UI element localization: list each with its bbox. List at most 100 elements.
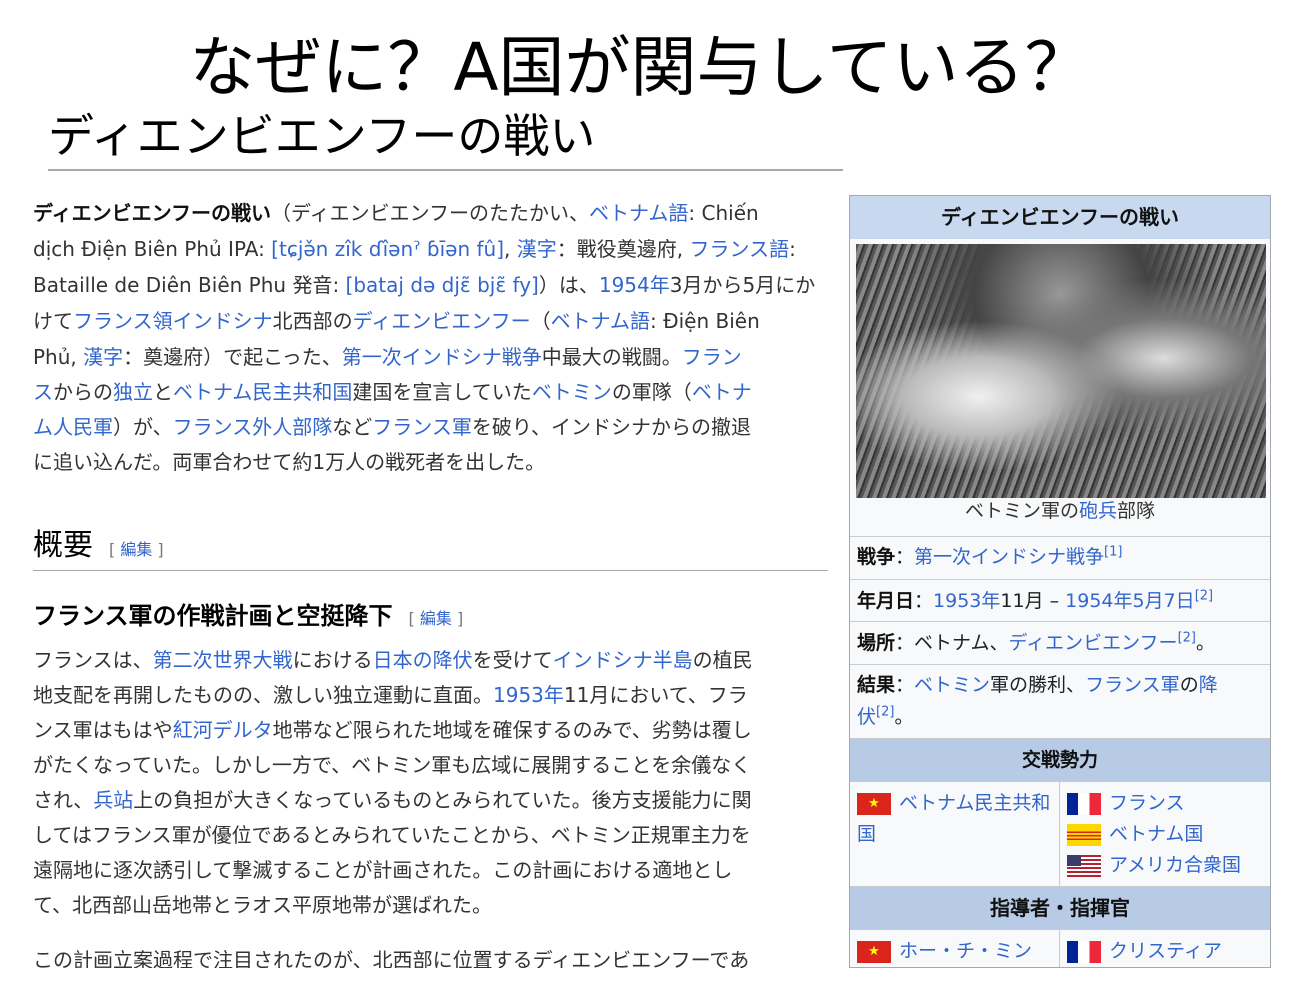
text-segment: の植民 <box>692 648 753 672</box>
wiki-link[interactable]: ベトナム民主共和国 <box>173 380 352 404</box>
text-segment: Phủ, <box>33 345 84 369</box>
infobox-war: 戦争：第一次インドシナ戦争[1] <box>850 536 1270 579</box>
wiki-link[interactable]: 1954年 <box>599 273 670 297</box>
wiki-link[interactable]: ベトミン <box>532 380 612 404</box>
edit-section-link[interactable]: [ 編集 ] <box>109 540 164 559</box>
belligerent-link[interactable]: アメリカ合衆国 <box>1109 854 1241 876</box>
text-segment: 部隊 <box>1117 500 1156 522</box>
text-segment: dịch Điện Biên Phủ IPA: <box>33 237 272 261</box>
wiki-link[interactable]: インドシナ半島 <box>553 648 693 672</box>
text-segment: ： <box>895 674 915 696</box>
intro-line: スからの独立とベトナム民主共和国建国を宣言していたベトミンの軍隊（ベトナ <box>33 375 833 409</box>
heading-text: フランス軍の作戦計画と空挺降下 <box>33 602 393 630</box>
wiki-link[interactable]: ベトミン <box>914 674 990 696</box>
heading-text: 概要 <box>33 528 93 563</box>
infobox: ディエンビエンフーの戦い ベトミン軍の砲兵部隊 戦争：第一次インドシナ戦争[1]… <box>849 195 1271 968</box>
side-vietminh: ベトナム民主共和国 <box>850 782 1060 886</box>
text-segment: ： <box>895 546 915 568</box>
belligerent-link[interactable]: ベトナム国 <box>1109 823 1203 845</box>
wiki-link[interactable]: 1954年5月7日 <box>1065 590 1195 612</box>
wiki-link[interactable]: 兵站 <box>93 788 133 812</box>
edit-link[interactable]: 編集 <box>120 540 152 559</box>
reference-link[interactable]: [2] <box>1178 631 1196 646</box>
wiki-link[interactable]: [bataj də djɛ̃ bjɛ̃ fy] <box>346 273 539 297</box>
wiki-link[interactable]: 降 <box>1199 674 1218 696</box>
bold-term: 場所 <box>857 632 896 654</box>
wiki-link[interactable]: ベトナム語 <box>551 309 650 333</box>
wiki-link[interactable]: 第一次インドシナ戦争 <box>342 345 542 369</box>
reference-link[interactable]: [1] <box>1104 545 1122 560</box>
wiki-link[interactable]: フランス領インドシナ <box>73 309 273 333</box>
text-segment: 軍の勝利、 <box>990 674 1086 696</box>
text-segment: この計画立案過程で注目されたのが、北西部に位置するディエンビエンフーであ <box>33 948 750 968</box>
edit-section-link[interactable]: [ 編集 ] <box>409 609 464 628</box>
infobox-result: 結果：ベトミン軍の勝利、フランス軍の降 伏[2]。 <box>850 664 1270 738</box>
wiki-link[interactable]: 第一次インドシナ戦争 <box>914 546 1104 568</box>
body-line: ンス軍はもはや紅河デルタ地帯など限られた地域を確保するのみで、劣勢は覆し <box>33 713 833 747</box>
flag-state-of-vietnam-icon <box>1067 823 1101 846</box>
intro-line: ディエンビエンフーの戦い（ディエンビエンフーのたたかい、ベトナム語: Chiến <box>33 196 833 230</box>
wiki-link[interactable]: [tɕjə̌n zîk ɗîənˀ ɓīən fû] <box>271 237 504 261</box>
infobox-date: 年月日：1953年11月 – 1954年5月7日[2] <box>850 579 1270 621</box>
text-segment: ：戰役奠邊府, <box>556 237 690 261</box>
body-line: がたくなっていた。しかし一方で、ベトミン軍も広域に展開することを余儀なく <box>33 748 833 782</box>
text-segment: を破り、インドシナからの撤退 <box>471 415 752 439</box>
wiki-link[interactable]: 第二次世界大戦 <box>153 648 293 672</box>
wiki-link[interactable]: 漢字 <box>517 237 557 261</box>
slide-title: なぜに？A国が関与している？ <box>189 29 1091 106</box>
wiki-link[interactable]: ディエンビエンフー <box>353 309 531 333</box>
text-segment: て、北西部山岳地帯とラオス平原地帯が選ばれた。 <box>33 893 492 917</box>
commander-link[interactable]: ホー・チ・ミン <box>899 940 1032 962</box>
wiki-link[interactable]: フランス軍 <box>372 415 472 439</box>
wiki-link[interactable]: ディエンビエンフー <box>1008 632 1177 654</box>
wiki-link[interactable]: ス <box>33 380 53 404</box>
heading-divider <box>33 570 828 571</box>
battle-photo[interactable] <box>856 244 1266 498</box>
text-segment: され、 <box>33 788 94 812</box>
edit-link[interactable]: 編集 <box>420 609 452 628</box>
text-segment: ンス軍はもはや <box>33 718 173 742</box>
text-segment: を受けて <box>472 648 553 672</box>
wiki-link[interactable]: 伏 <box>857 706 876 728</box>
wiki-link[interactable]: 1953年 <box>493 683 564 707</box>
commander-link[interactable]: クリスティア <box>1109 940 1222 962</box>
belligerents-row: ベトナム民主共和国 フランス ベトナム国 アメリカ合衆国 <box>850 781 1270 886</box>
wiki-link[interactable]: フランス語 <box>689 237 789 261</box>
wiki-link[interactable]: ベトナム語 <box>589 201 688 225</box>
reference-link[interactable]: [2] <box>876 705 894 720</box>
wiki-link[interactable]: 独立 <box>113 380 153 404</box>
wiki-link[interactable]: ム人民軍 <box>33 415 113 439</box>
text-segment: : <box>789 237 796 261</box>
section-heading: フランス軍の作戦計画と空挺降下 [ 編集 ] <box>33 596 463 631</box>
wiki-link[interactable]: フランス外人部隊 <box>173 415 333 439</box>
wiki-link[interactable]: 漢字 <box>83 345 123 369</box>
text-segment: 遠隔地に逐次誘引して撃滅することが計画された。この計画における適地とし <box>33 858 733 882</box>
text-segment: と <box>153 380 173 404</box>
reference-link[interactable]: [2] <box>1195 589 1213 604</box>
body-line: フランスは、第二次世界大戦における日本の降伏を受けてインドシナ半島の植民 <box>33 643 833 677</box>
body-line: て、北西部山岳地帯とラオス平原地帯が選ばれた。 <box>33 888 833 922</box>
subtitle-divider <box>48 169 843 171</box>
bold-term: ディエンビエンフーの戦い <box>33 201 271 225</box>
flag-usa-icon <box>1067 854 1101 877</box>
text-segment: 11月において、フラ <box>563 683 748 707</box>
text-segment: ）が、 <box>113 415 173 439</box>
intro-line: けてフランス領インドシナ北西部のディエンビエンフー（ベトナム語: Điện Bi… <box>33 304 833 338</box>
wiki-link[interactable]: フランス軍 <box>1085 674 1180 696</box>
wiki-link[interactable]: 1953年 <box>933 590 1000 612</box>
belligerent-link[interactable]: フランス <box>1109 792 1185 814</box>
wiki-link[interactable]: ベトナ <box>692 380 752 404</box>
side-france: フランス ベトナム国 アメリカ合衆国 <box>1060 782 1270 886</box>
text-segment: ベトミン軍の <box>964 500 1079 522</box>
wiki-link[interactable]: 紅河デルタ <box>173 718 273 742</box>
wiki-link[interactable]: フラン <box>682 345 742 369</box>
belligerents-heading: 交戦勢力 <box>850 738 1270 781</box>
wiki-link[interactable]: 砲兵 <box>1079 500 1117 522</box>
commander-france: クリスティア <box>1060 930 1270 967</box>
text-segment: がたくなっていた。しかし一方で、ベトミン軍も広域に展開することを余儀なく <box>33 753 752 777</box>
wiki-link[interactable]: 日本の降伏 <box>373 648 473 672</box>
text-segment: けて <box>33 309 73 333</box>
text-segment: 建国を宣言していた <box>352 380 532 404</box>
body-line: この計画立案過程で注目されたのが、北西部に位置するディエンビエンフーであ <box>33 943 833 968</box>
text-segment: 地支配を再開したものの、激しい独立運動に直面。 <box>33 683 493 707</box>
